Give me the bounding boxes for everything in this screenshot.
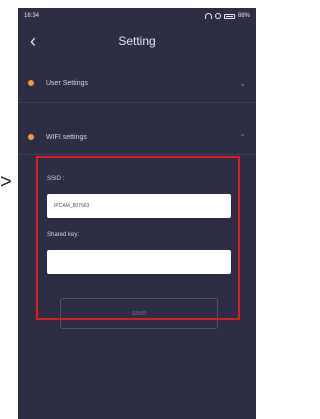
section-wifi-settings[interactable]: WIFI settings ⌃	[18, 120, 256, 154]
pointer-arrow-icon: >	[0, 171, 12, 193]
wifi-signal-icon	[204, 13, 212, 19]
ssid-label: SSID :	[47, 176, 65, 182]
back-chevron-icon[interactable]: ‹	[30, 32, 44, 50]
ssid-input[interactable]	[47, 194, 231, 218]
divider	[18, 102, 256, 103]
phone-screen: 16:34 88% ‹ Setting User Settings ⌄ WIFI…	[18, 8, 256, 419]
bullet-dot-icon	[28, 134, 34, 140]
shared-key-input[interactable]	[47, 250, 231, 274]
save-button[interactable]: save	[60, 298, 218, 329]
chevron-down-icon[interactable]: ⌄	[239, 79, 246, 88]
status-icons: 88%	[204, 13, 250, 19]
battery-icon	[223, 13, 235, 19]
shared-key-label: Shared key:	[47, 232, 80, 238]
section-user-settings[interactable]: User Settings ⌄	[18, 66, 256, 100]
bullet-dot-icon	[28, 80, 34, 86]
divider	[18, 154, 256, 155]
status-time: 16:34	[24, 13, 40, 19]
page-title: Setting	[118, 34, 156, 48]
wifi-settings-panel: SSID : Shared key: save	[36, 156, 240, 329]
battery-percent: 88%	[237, 13, 250, 19]
status-bar: 16:34 88%	[18, 8, 256, 24]
header-bar: ‹ Setting	[18, 24, 256, 58]
section-label: User Settings	[46, 79, 89, 87]
alarm-icon	[214, 13, 221, 19]
chevron-up-icon[interactable]: ⌃	[239, 133, 246, 142]
section-label: WIFI settings	[46, 133, 87, 141]
